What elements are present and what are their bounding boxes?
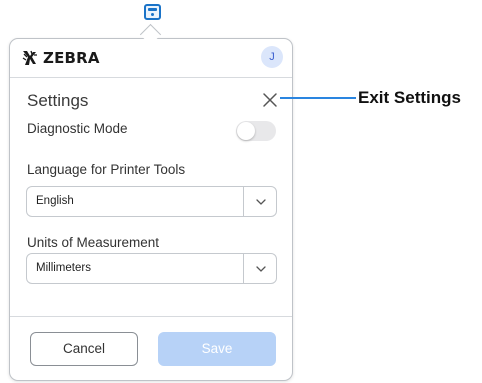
units-value: Millimeters: [36, 262, 91, 274]
brand-name: ZEBRA: [43, 49, 100, 67]
chevron-down-icon: [256, 199, 266, 205]
language-select[interactable]: English: [26, 186, 277, 217]
user-avatar[interactable]: J: [261, 46, 283, 68]
save-button[interactable]: Save: [158, 332, 276, 366]
settings-popup: ZEBRA J Settings Diagnostic Mode Languag…: [9, 38, 293, 381]
popup-header: ZEBRA J: [10, 39, 292, 78]
annotation-label: Exit Settings: [358, 88, 461, 107]
diagnostic-mode-label: Diagnostic Mode: [27, 121, 128, 136]
chevron-down-icon: [256, 266, 266, 272]
units-select[interactable]: Millimeters: [26, 253, 277, 284]
screenshot-stage: ZEBRA J Settings Diagnostic Mode Languag…: [0, 0, 482, 383]
footer-divider: [10, 316, 292, 317]
brand-logo: ZEBRA: [20, 48, 100, 68]
language-label: Language for Printer Tools: [27, 162, 186, 177]
diagnostic-mode-toggle[interactable]: [236, 121, 276, 141]
select-divider: [243, 254, 244, 283]
language-value: English: [36, 195, 74, 207]
printer-tray-icon[interactable]: [144, 4, 161, 20]
annotation-line: [280, 97, 356, 99]
toggle-knob: [237, 122, 255, 140]
cancel-button[interactable]: Cancel: [30, 332, 138, 366]
close-icon[interactable]: [261, 91, 279, 109]
units-label: Units of Measurement: [27, 235, 160, 250]
page-title: Settings: [27, 91, 89, 110]
select-divider: [243, 187, 244, 216]
zebra-head-icon: [22, 50, 37, 65]
